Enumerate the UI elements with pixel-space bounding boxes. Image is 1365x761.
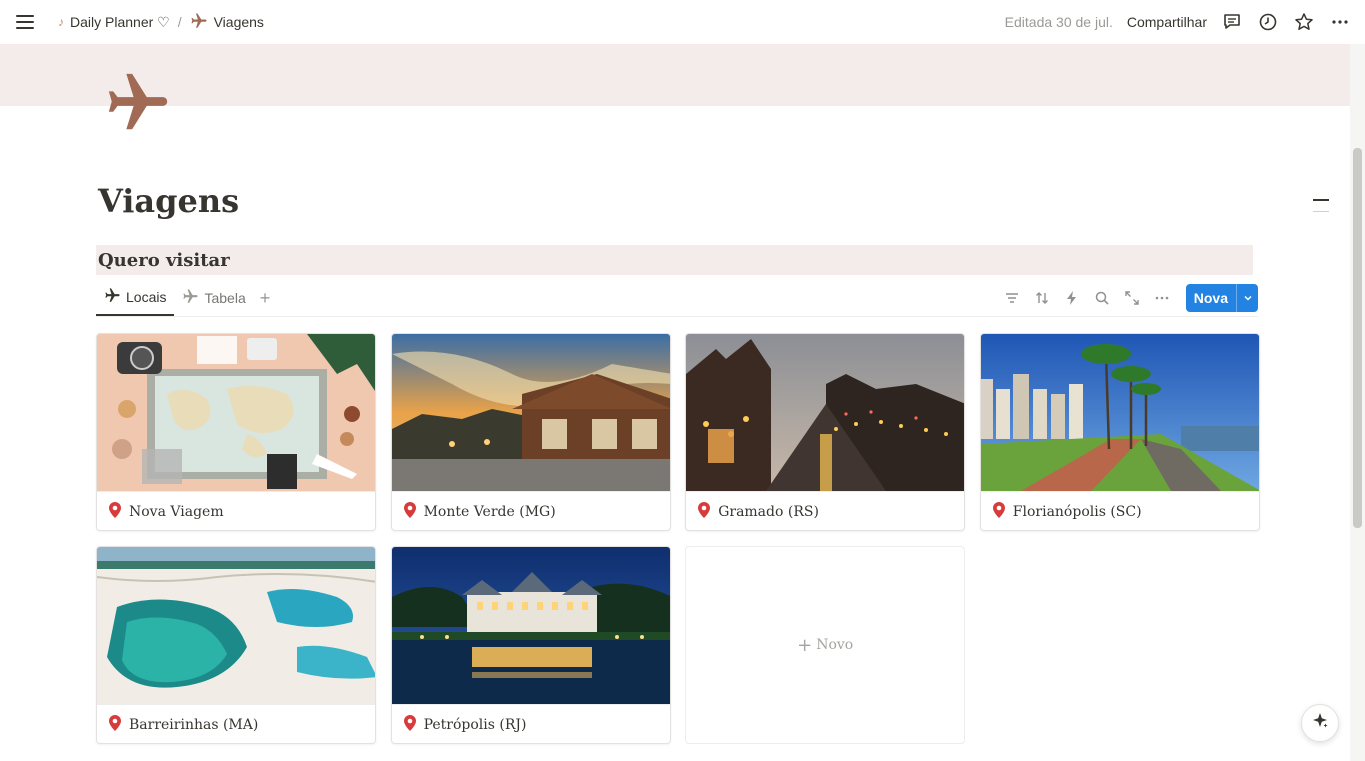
card-title: Gramado (RS) bbox=[718, 503, 819, 520]
gallery-card[interactable]: Monte Verde (MG) bbox=[390, 333, 671, 531]
page-title[interactable]: Viagens bbox=[98, 182, 239, 220]
new-button[interactable]: Nova bbox=[1186, 284, 1236, 312]
new-card-button[interactable]: + Novo bbox=[685, 546, 966, 744]
airplane-icon bbox=[190, 12, 208, 33]
new-button-group: Nova bbox=[1185, 284, 1258, 312]
breadcrumb-workspace-label: Daily Planner ♡ bbox=[70, 13, 170, 30]
more-icon[interactable] bbox=[1152, 288, 1172, 308]
search-icon[interactable] bbox=[1092, 288, 1112, 308]
breadcrumb-page-label: Viagens bbox=[213, 14, 264, 30]
gallery-card[interactable]: Florianópolis (SC) bbox=[979, 333, 1260, 531]
scrollbar[interactable] bbox=[1350, 44, 1365, 761]
share-button[interactable]: Compartilhar bbox=[1127, 14, 1207, 30]
star-icon[interactable] bbox=[1293, 11, 1315, 33]
tab-label: Locais bbox=[126, 289, 167, 305]
add-view-button[interactable]: + bbox=[254, 288, 277, 309]
sort-icon[interactable] bbox=[1032, 288, 1052, 308]
card-cover-image bbox=[686, 334, 965, 491]
breadcrumb-page[interactable]: Viagens bbox=[186, 10, 268, 35]
card-cover-image bbox=[97, 334, 375, 491]
tab-label: Tabela bbox=[204, 290, 246, 306]
filter-icon[interactable] bbox=[1002, 288, 1022, 308]
gallery-card[interactable]: Nova Viagem bbox=[96, 333, 376, 531]
card-cover-image bbox=[980, 334, 1259, 491]
chevron-down-icon[interactable] bbox=[1236, 284, 1258, 312]
ai-assistant-button[interactable] bbox=[1301, 704, 1339, 742]
expand-icon[interactable] bbox=[1122, 288, 1142, 308]
section-heading-text: Quero visitar bbox=[98, 249, 230, 271]
card-title: Monte Verde (MG) bbox=[423, 503, 556, 520]
airplane-icon bbox=[104, 287, 121, 307]
comment-icon[interactable] bbox=[1221, 11, 1243, 33]
card-title: Florianópolis (SC) bbox=[1012, 503, 1142, 520]
airplane-icon bbox=[182, 288, 199, 308]
map-pin-icon bbox=[109, 715, 121, 734]
airplane-icon[interactable] bbox=[103, 68, 173, 138]
card-cover-image bbox=[391, 547, 670, 704]
music-note-icon: ♪ bbox=[58, 15, 64, 29]
gallery-card[interactable]: Gramado (RS) bbox=[685, 333, 966, 531]
card-title: Nova Viagem bbox=[129, 503, 224, 520]
map-pin-icon bbox=[992, 502, 1005, 521]
breadcrumb-workspace[interactable]: ♪ Daily Planner ♡ bbox=[54, 12, 174, 33]
page-cover bbox=[0, 44, 1350, 106]
section-heading[interactable]: Quero visitar bbox=[96, 245, 1253, 275]
scrollbar-thumb[interactable] bbox=[1353, 148, 1362, 528]
card-title: Petrópolis (RJ) bbox=[423, 716, 527, 733]
sparkle-icon bbox=[1311, 712, 1329, 735]
table-of-contents-indicator[interactable] bbox=[1313, 199, 1329, 224]
breadcrumb-separator: / bbox=[177, 14, 182, 30]
gallery-view: Nova Viagem Monte Verde (MG) Gramado (RS… bbox=[96, 333, 1260, 744]
breadcrumb: ♪ Daily Planner ♡ / Viagens bbox=[54, 10, 268, 35]
tab-tabela[interactable]: Tabela bbox=[174, 280, 253, 316]
card-cover-image bbox=[97, 547, 375, 704]
plus-icon: + bbox=[797, 634, 813, 656]
topbar: ♪ Daily Planner ♡ / Viagens Editada 30 d… bbox=[0, 0, 1365, 44]
tab-locais[interactable]: Locais bbox=[96, 280, 175, 316]
database-view-bar: Locais Tabela + Nova bbox=[96, 280, 1258, 317]
edited-timestamp: Editada 30 de jul. bbox=[1004, 14, 1113, 30]
automation-icon[interactable] bbox=[1062, 288, 1082, 308]
gallery-card[interactable]: Petrópolis (RJ) bbox=[390, 546, 671, 744]
clock-icon[interactable] bbox=[1257, 11, 1279, 33]
map-pin-icon bbox=[698, 502, 711, 521]
new-card-label: Novo bbox=[816, 637, 854, 653]
more-icon[interactable] bbox=[1329, 11, 1351, 33]
card-cover-image bbox=[391, 334, 670, 491]
gallery-card[interactable]: Barreirinhas (MA) bbox=[96, 546, 376, 744]
menu-icon[interactable] bbox=[14, 11, 36, 33]
map-pin-icon bbox=[403, 502, 416, 521]
map-pin-icon bbox=[109, 502, 121, 521]
card-title: Barreirinhas (MA) bbox=[129, 716, 259, 733]
map-pin-icon bbox=[403, 715, 416, 734]
